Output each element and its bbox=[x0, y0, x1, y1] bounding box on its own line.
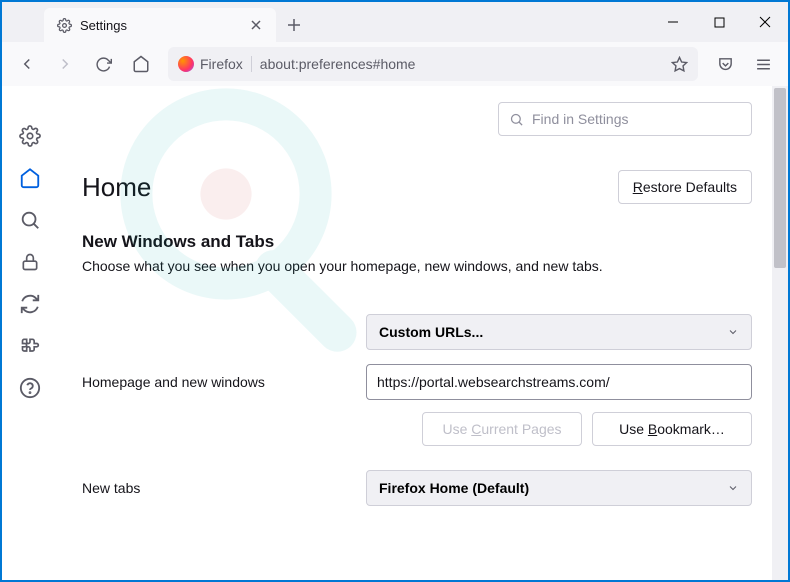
sidebar-item-help[interactable] bbox=[18, 376, 42, 400]
homepage-mode-select[interactable]: Custom URLs... bbox=[366, 314, 752, 350]
back-button[interactable] bbox=[10, 47, 44, 81]
sidebar-item-search[interactable] bbox=[18, 208, 42, 232]
firefox-icon bbox=[178, 56, 194, 72]
newtabs-mode-value: Firefox Home (Default) bbox=[379, 480, 529, 496]
url-text: about:preferences#home bbox=[260, 56, 663, 72]
restore-defaults-button[interactable]: Restore Defaults bbox=[618, 170, 752, 204]
chevron-down-icon bbox=[727, 326, 739, 338]
close-tab-button[interactable] bbox=[248, 17, 264, 33]
titlebar: Settings bbox=[2, 2, 788, 42]
window-minimize-button[interactable] bbox=[650, 2, 696, 42]
pocket-button[interactable] bbox=[708, 47, 742, 81]
scrollbar[interactable] bbox=[772, 86, 788, 580]
sidebar-item-general[interactable] bbox=[18, 124, 42, 148]
settings-search[interactable]: Find in Settings bbox=[498, 102, 752, 136]
bookmark-star-button[interactable] bbox=[671, 56, 688, 73]
newtabs-label: New tabs bbox=[82, 480, 366, 496]
gear-icon bbox=[56, 17, 72, 33]
nav-toolbar: Firefox about:preferences#home bbox=[2, 42, 788, 86]
app-menu-button[interactable] bbox=[746, 47, 780, 81]
sidebar-item-privacy[interactable] bbox=[18, 250, 42, 274]
settings-main: PCrisk Find in Settings Home Restore Def… bbox=[58, 86, 788, 580]
search-icon bbox=[509, 112, 524, 127]
sidebar-item-extensions[interactable] bbox=[18, 334, 42, 358]
page-title: Home bbox=[82, 172, 151, 203]
forward-button[interactable] bbox=[48, 47, 82, 81]
watermark-text: PCrisk bbox=[464, 562, 788, 580]
chevron-down-icon bbox=[727, 482, 739, 494]
sidebar-item-sync[interactable] bbox=[18, 292, 42, 316]
window-maximize-button[interactable] bbox=[696, 2, 742, 42]
new-tab-button[interactable] bbox=[276, 8, 312, 42]
scrollbar-thumb[interactable] bbox=[774, 88, 786, 268]
reload-button[interactable] bbox=[86, 47, 120, 81]
home-button[interactable] bbox=[124, 47, 158, 81]
search-placeholder: Find in Settings bbox=[532, 111, 629, 127]
section-title: New Windows and Tabs bbox=[82, 232, 752, 252]
newtabs-mode-select[interactable]: Firefox Home (Default) bbox=[366, 470, 752, 506]
url-bar[interactable]: Firefox about:preferences#home bbox=[168, 47, 698, 81]
content-area: PCrisk Find in Settings Home Restore Def… bbox=[2, 86, 788, 580]
section-description: Choose what you see when you open your h… bbox=[82, 258, 752, 274]
use-bookmark-button[interactable]: Use Bookmark… bbox=[592, 412, 752, 446]
browser-tab[interactable]: Settings bbox=[44, 8, 276, 42]
homepage-url-input[interactable]: https://portal.websearchstreams.com/ bbox=[366, 364, 752, 400]
homepage-label-text: Homepage and new windows bbox=[82, 374, 366, 390]
tab-title: Settings bbox=[80, 18, 240, 33]
settings-sidebar bbox=[2, 86, 58, 580]
sidebar-item-home[interactable] bbox=[18, 166, 42, 190]
window-close-button[interactable] bbox=[742, 2, 788, 42]
identity-label: Firefox bbox=[200, 56, 243, 72]
firefox-window: Settings Firefox about:preferences#home bbox=[2, 2, 788, 580]
homepage-mode-value: Custom URLs... bbox=[379, 324, 483, 340]
use-current-pages-button[interactable]: Use Current Pages bbox=[422, 412, 582, 446]
identity-chip[interactable]: Firefox bbox=[178, 56, 252, 72]
